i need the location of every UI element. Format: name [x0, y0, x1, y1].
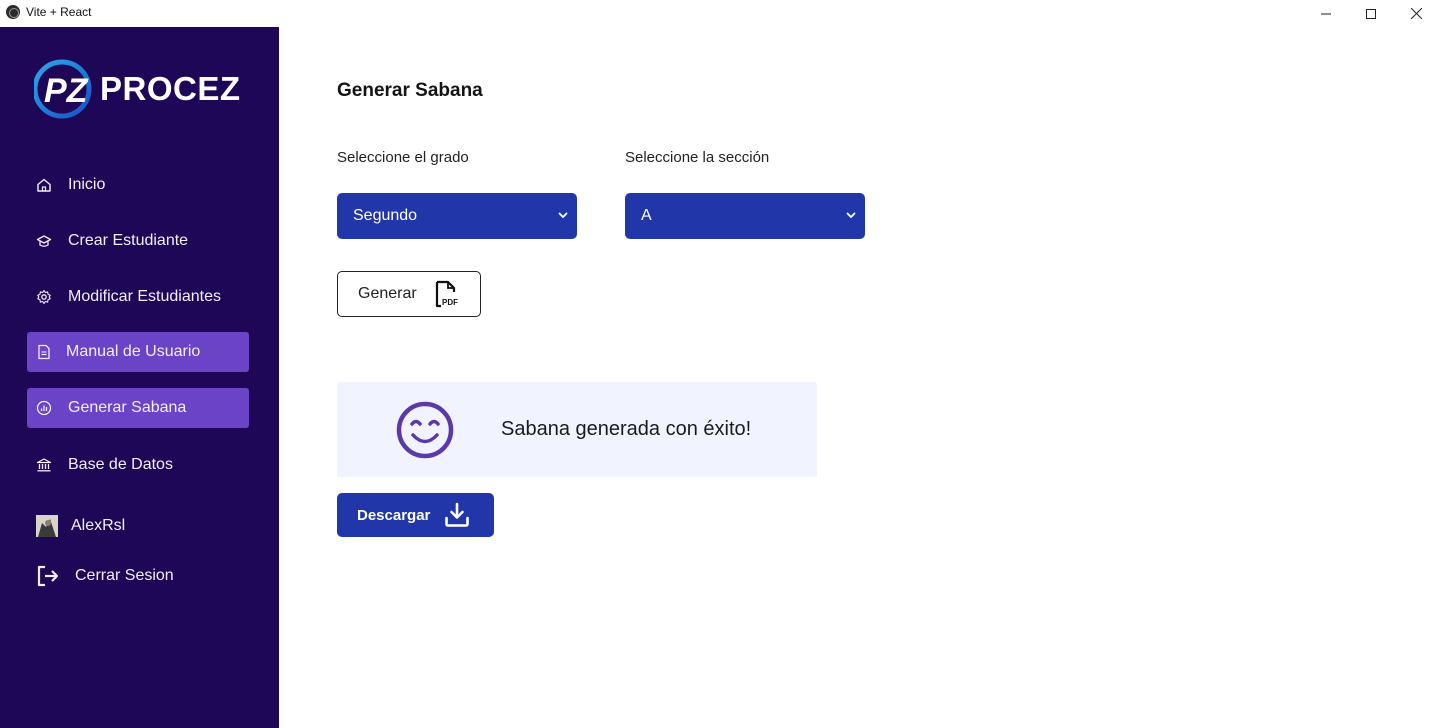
close-icon: [1410, 8, 1422, 19]
sidebar-item-label: Inicio: [68, 176, 106, 193]
generate-button-label: Generar: [358, 285, 417, 302]
sidebar-item-generar-sabana[interactable]: Generar Sabana: [27, 388, 249, 428]
minimize-icon: [1321, 13, 1331, 14]
app-icon: [6, 5, 20, 19]
maximize-button[interactable]: [1348, 0, 1394, 27]
success-message-box: Sabana generada con éxito!: [337, 382, 817, 477]
sidebar-item-label: Generar Sabana: [68, 399, 187, 416]
download-button-label: Descargar: [357, 506, 431, 524]
chevron-down-icon: [558, 212, 568, 218]
logout-label: Cerrar Sesion: [75, 567, 174, 584]
logout-icon: [36, 565, 60, 587]
chart-icon: [36, 400, 52, 416]
success-message: Sabana generada con éxito!: [501, 418, 752, 440]
brand-logo[interactable]: PZ PROCEZ: [34, 57, 241, 121]
gear-icon: [36, 289, 52, 305]
sidebar-item-manual-de-usuario[interactable]: Manual de Usuario: [27, 332, 249, 372]
main-content: Generar Sabana Seleccione el grado Selec…: [279, 27, 1438, 728]
avatar: [36, 515, 58, 537]
sidebar-item-crear-estudiante[interactable]: Crear Estudiante: [27, 221, 249, 261]
sidebar-item-label: Crear Estudiante: [68, 232, 189, 249]
smile-icon: [396, 401, 454, 459]
document-icon: [36, 344, 52, 360]
sidebar: PZ PROCEZ Inicio Crear Estudiante Modifi…: [0, 27, 279, 728]
sidebar-item-modificar-estudiantes[interactable]: Modificar Estudiantes: [27, 277, 249, 317]
sidebar-item-label: Modificar Estudiantes: [68, 288, 221, 305]
pdf-file-icon: PDF: [435, 280, 458, 308]
home-icon: [36, 177, 52, 193]
bank-icon: [36, 457, 52, 473]
minimize-button[interactable]: [1303, 0, 1349, 27]
sidebar-item-label: Manual de Usuario: [66, 343, 201, 360]
grade-select-value: Segundo: [353, 207, 418, 224]
download-icon: [445, 502, 470, 527]
download-button[interactable]: Descargar: [337, 493, 494, 537]
user-name: AlexRsl: [71, 517, 126, 534]
page-title: Generar Sabana: [337, 80, 483, 101]
window-title: Vite + React: [26, 5, 92, 19]
svg-text:PZ: PZ: [44, 72, 89, 110]
section-select[interactable]: A: [625, 193, 865, 239]
sidebar-user[interactable]: AlexRsl: [27, 506, 249, 546]
brand-name: PROCEZ: [100, 70, 241, 107]
window-titlebar: Vite + React: [0, 0, 1438, 27]
chevron-down-icon: [846, 212, 856, 218]
section-label: Seleccione la sección: [625, 149, 770, 166]
logout-button[interactable]: Cerrar Sesion: [27, 556, 249, 596]
grade-label: Seleccione el grado: [337, 149, 469, 166]
maximize-icon: [1366, 8, 1376, 19]
sidebar-item-label: Base de Datos: [68, 456, 173, 473]
svg-text:PDF: PDF: [442, 298, 458, 307]
sidebar-item-base-de-datos[interactable]: Base de Datos: [27, 445, 249, 485]
graduation-cap-icon: [36, 233, 52, 249]
grade-select[interactable]: Segundo: [337, 193, 577, 239]
section-select-value: A: [641, 207, 652, 224]
sidebar-item-inicio[interactable]: Inicio: [27, 165, 249, 205]
close-button[interactable]: [1393, 0, 1438, 27]
procez-logo-icon: PZ: [34, 59, 92, 119]
generate-button[interactable]: Generar PDF: [337, 271, 481, 317]
